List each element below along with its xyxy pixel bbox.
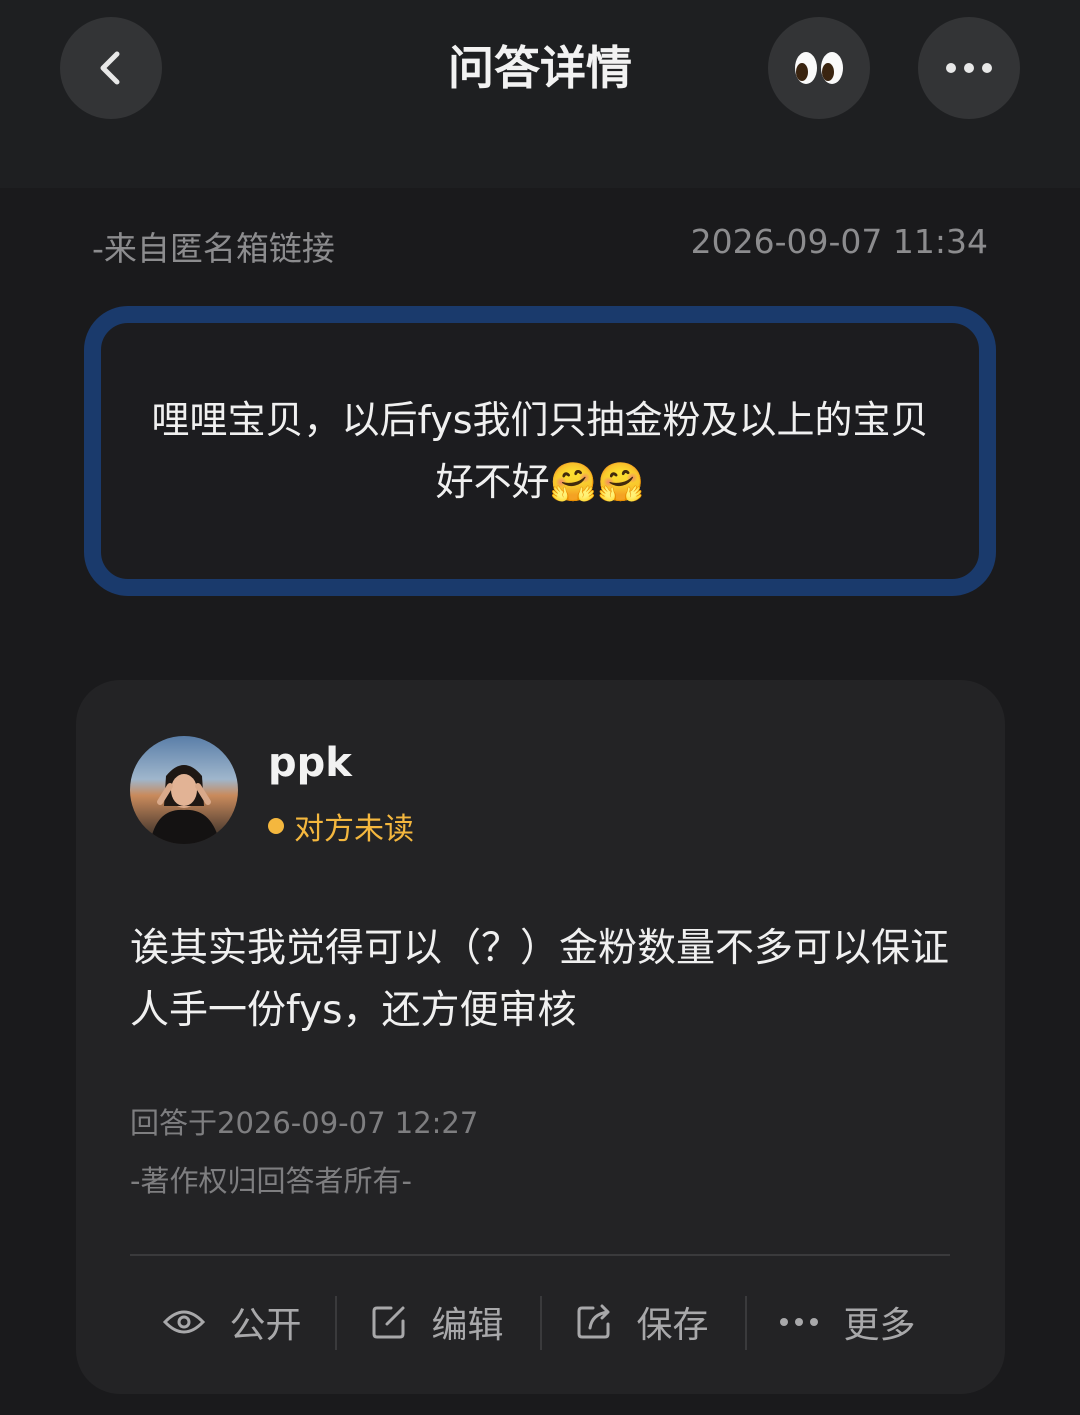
divider (130, 1254, 950, 1256)
more-actions-button[interactable]: 更多 (745, 1286, 950, 1358)
read-status-label: 对方未读 (294, 812, 414, 847)
answer-card: ppk 对方未读 诶其实我觉得可以（？）金粉数量不多可以保证人手一份fys，还方… (76, 680, 1005, 1394)
answer-text: 诶其实我觉得可以（？）金粉数量不多可以保证人手一份fys，还方便审核 (130, 926, 950, 1033)
question-text: 哩哩宝贝，以后fys我们只抽金粉及以上的宝贝好不好🤗🤗 (151, 398, 929, 504)
status-dot-icon (268, 818, 284, 834)
question-card: 哩哩宝贝，以后fys我们只抽金粉及以上的宝贝好不好🤗🤗 (84, 306, 996, 596)
save-button[interactable]: 保存 (540, 1286, 745, 1358)
save-label: 保存 (636, 1305, 709, 1346)
eyes-button[interactable] (768, 17, 870, 119)
more-label: 更多 (843, 1305, 916, 1346)
edit-icon (371, 1304, 407, 1340)
more-dots-icon (945, 62, 993, 74)
answered-timestamp: 回答于2026-09-07 12:27 (130, 1106, 479, 1140)
question-timestamp: 2026-09-07 11:34 (690, 222, 988, 261)
read-status: 对方未读 (268, 804, 414, 848)
edit-label: 编辑 (431, 1305, 504, 1346)
avatar[interactable] (130, 736, 238, 844)
username: ppk (268, 740, 352, 786)
eye-icon (163, 1308, 206, 1336)
public-button[interactable]: 公开 (130, 1286, 335, 1358)
public-label: 公开 (229, 1305, 302, 1346)
eyes-emoji-icon (792, 48, 846, 88)
action-bar: 公开 编辑 保存 更多 (130, 1286, 950, 1358)
question-source: -来自匿名箱链接 (92, 229, 335, 268)
more-button[interactable] (918, 17, 1020, 119)
more-dots-icon (779, 1317, 819, 1327)
copyright-notice: -著作权归回答者所有- (130, 1164, 412, 1198)
top-bar: 问答详情 (0, 0, 1080, 188)
edit-button[interactable]: 编辑 (335, 1286, 540, 1358)
share-icon (576, 1304, 612, 1340)
